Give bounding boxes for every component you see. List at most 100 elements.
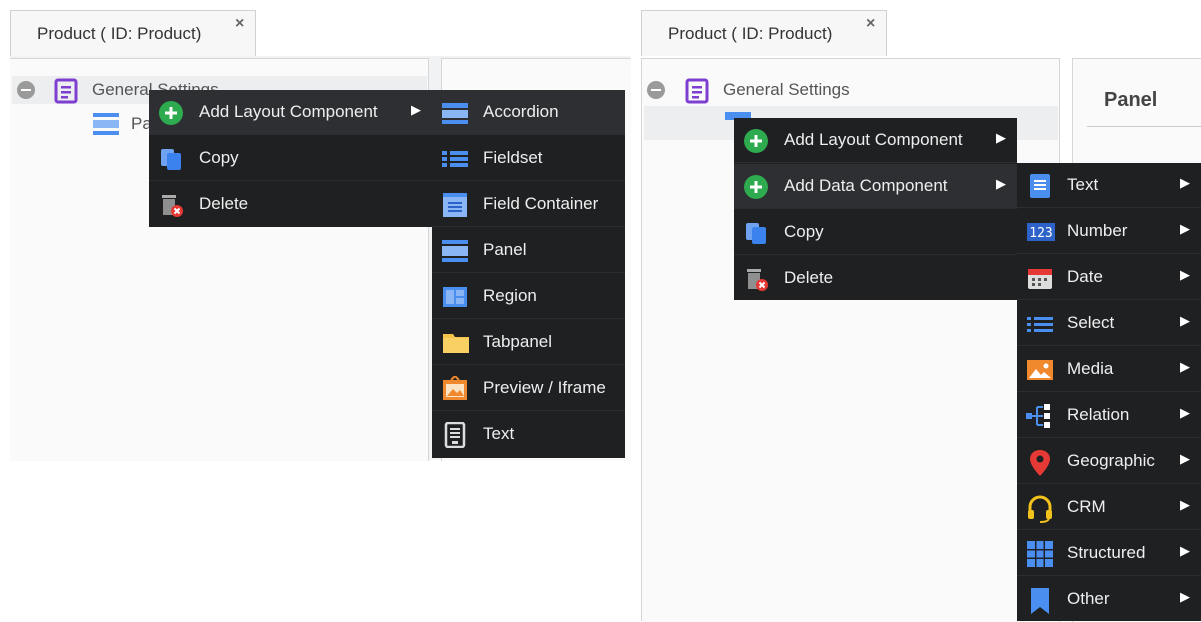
field-container-icon: [442, 192, 468, 218]
submenu-item-label: Structured: [1067, 543, 1146, 562]
submenu-arrow-icon: ▶: [1180, 451, 1190, 466]
submenu-item-accordion[interactable]: Accordion: [432, 90, 625, 135]
submenu-arrow-icon: ▶: [1180, 589, 1190, 604]
submenu-item-tabpanel[interactable]: Tabpanel: [432, 320, 625, 365]
submenu-arrow-icon: ▶: [996, 176, 1006, 191]
submenu-item-label: Accordion: [483, 102, 559, 121]
submenu-item-date[interactable]: Date ▶: [1017, 255, 1201, 300]
submenu-item-geographic[interactable]: Geographic ▶: [1017, 439, 1201, 484]
tab-product[interactable]: Product ( ID: Product) ×: [641, 10, 887, 56]
panel-header-underline: [1087, 126, 1201, 127]
collapse-icon[interactable]: [17, 81, 35, 99]
submenu-item-label: Other: [1067, 589, 1110, 608]
copy-icon: [158, 146, 184, 172]
close-icon[interactable]: ×: [235, 15, 244, 33]
menu-item-label: Delete: [199, 194, 249, 213]
menu-item-copy[interactable]: Copy: [734, 210, 1017, 255]
menu-item-delete[interactable]: Delete: [734, 256, 1017, 301]
submenu-item-label: Relation: [1067, 405, 1130, 424]
submenu-item-fieldset[interactable]: Fieldset: [432, 136, 625, 181]
tabpanel-icon: [442, 330, 469, 356]
add-icon: [743, 174, 769, 200]
submenu-arrow-icon: ▶: [996, 130, 1006, 145]
submenu-item-label: Number: [1067, 221, 1128, 240]
tree-label-general-settings: General Settings: [723, 80, 850, 99]
copy-icon: [743, 220, 769, 246]
add-icon: [743, 128, 769, 154]
delete-icon: [743, 266, 769, 292]
calendar-icon: [1027, 265, 1053, 291]
menu-item-label: Add Layout Component: [784, 130, 963, 149]
submenu-arrow-icon: ▶: [1180, 221, 1190, 236]
submenu-item-label: Panel: [483, 240, 527, 259]
collapse-icon[interactable]: [647, 81, 665, 99]
left-screenshot: Product ( ID: Product) × General Setting…: [0, 0, 631, 621]
add-icon: [158, 100, 184, 126]
text-icon: [442, 421, 468, 449]
submenu-arrow-icon: ▶: [1180, 543, 1190, 558]
menu-item-add-data-component[interactable]: Add Data Component ▶: [734, 164, 1017, 209]
menu-item-copy[interactable]: Copy: [149, 136, 432, 181]
submenu-item-label: Geographic: [1067, 451, 1155, 470]
submenu-item-crm[interactable]: CRM ▶: [1017, 485, 1201, 530]
form-icon: [685, 78, 711, 104]
submenu-arrow-icon: ▶: [1180, 497, 1190, 512]
svg-text:123: 123: [1029, 226, 1052, 241]
submenu-item-label: Text: [483, 424, 515, 443]
close-icon[interactable]: ×: [866, 15, 875, 33]
submenu-item-label: Preview / Iframe: [483, 378, 606, 397]
submenu-item-panel[interactable]: Panel: [432, 228, 625, 273]
submenu-item-structured[interactable]: Structured ▶: [1017, 531, 1201, 576]
menu-item-add-layout-component[interactable]: Add Layout Component ▶: [734, 118, 1017, 163]
submenu-item-field-container[interactable]: Field Container: [432, 182, 625, 227]
submenu-item-relation[interactable]: Relation ▶: [1017, 393, 1201, 438]
tab-product[interactable]: Product ( ID: Product) ×: [10, 10, 256, 56]
submenu-item-label: Field Container: [483, 194, 599, 213]
map-pin-icon: [1028, 449, 1054, 476]
menu-item-label: Add Layout Component: [199, 102, 378, 121]
menu-item-delete[interactable]: Delete: [149, 182, 432, 227]
region-icon: [442, 284, 468, 310]
submenu-item-media[interactable]: Media ▶: [1017, 347, 1201, 392]
delete-icon: [158, 192, 184, 218]
fieldset-icon: [442, 146, 468, 172]
submenu-arrow-icon: ▶: [1180, 313, 1190, 328]
submenu-item-select[interactable]: Select ▶: [1017, 301, 1201, 346]
layout-submenu: Accordion Fieldset Field Container Panel…: [432, 90, 625, 458]
submenu-item-label: Region: [483, 286, 537, 305]
submenu-arrow-icon: ▶: [1180, 405, 1190, 420]
number-icon: 123: [1027, 219, 1055, 245]
submenu-item-label: CRM: [1067, 497, 1106, 516]
submenu-item-text[interactable]: Text: [432, 412, 625, 457]
form-icon: [54, 78, 80, 104]
list-icon: [1027, 311, 1053, 337]
submenu-item-label: Fieldset: [483, 148, 543, 167]
submenu-arrow-icon: ▶: [411, 102, 421, 117]
headset-icon: [1027, 495, 1053, 523]
submenu-item-preview-iframe[interactable]: Preview / Iframe: [432, 366, 625, 411]
submenu-item-label: Media: [1067, 359, 1114, 378]
context-menu: Add Layout Component ▶ Add Data Componen…: [734, 118, 1017, 300]
submenu-arrow-icon: ▶: [1180, 175, 1190, 190]
submenu-item-label: Date: [1067, 267, 1103, 286]
preview-iframe-icon: [442, 374, 468, 402]
tab-title: Product ( ID: Product): [37, 24, 202, 43]
panel-header: Panel: [1104, 89, 1158, 111]
submenu-item-region[interactable]: Region: [432, 274, 625, 319]
bookmark-icon: [1029, 587, 1055, 614]
submenu-item-number[interactable]: 123 Number ▶: [1017, 209, 1201, 254]
submenu-item-other[interactable]: Other ▶: [1017, 577, 1201, 622]
image-icon: [1027, 357, 1053, 383]
data-submenu: Text ▶ 123 Number ▶ Date ▶ Select ▶ Medi…: [1017, 163, 1201, 621]
menu-item-label: Delete: [784, 268, 834, 287]
menu-item-add-layout-component[interactable]: Add Layout Component ▶: [149, 90, 432, 135]
grid-icon: [1027, 541, 1053, 567]
submenu-item-label: Tabpanel: [483, 332, 553, 351]
submenu-arrow-icon: ▶: [1180, 267, 1190, 282]
panel-icon: [442, 238, 468, 264]
context-menu: Add Layout Component ▶ Copy Delete: [149, 90, 432, 227]
menu-item-label: Copy: [784, 222, 824, 241]
text-field-icon: [1027, 173, 1053, 199]
submenu-item-text[interactable]: Text ▶: [1017, 163, 1201, 208]
panel-node-icon: [93, 113, 119, 135]
